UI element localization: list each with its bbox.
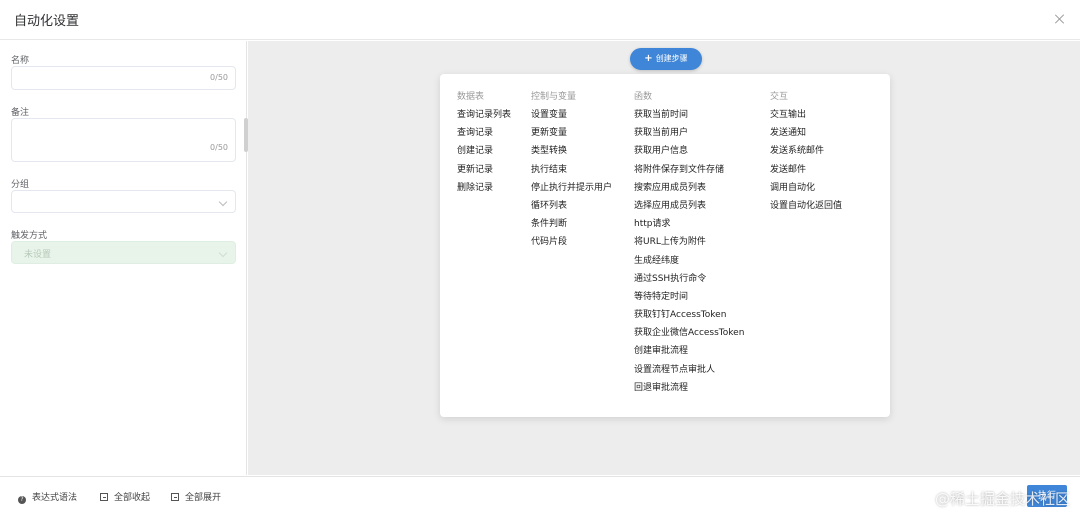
name-counter: 0/50: [210, 73, 228, 82]
menu-item[interactable]: 更新变量: [531, 126, 612, 144]
menu-item[interactable]: 将附件保存到文件存储: [634, 163, 744, 181]
menu-item[interactable]: 交互输出: [770, 108, 842, 126]
create-step-button[interactable]: + 创建步骤: [630, 48, 702, 70]
menu-item[interactable]: 设置变量: [531, 108, 612, 126]
note-label: 备注: [11, 108, 30, 118]
collapse-all-button[interactable]: 全部收起: [100, 490, 150, 503]
menu-item[interactable]: 发送邮件: [770, 163, 842, 181]
automation-settings-dialog: 自动化设置 名称 0/50 备注 0/50 分组 触发方式 未设置 + 创建步骤 …: [0, 0, 1080, 513]
column-title: 交互: [770, 92, 789, 102]
menu-column-datatable: 数据表 查询记录列表 查询记录 创建记录 更新记录 删除记录: [457, 90, 511, 199]
menu-item[interactable]: 生成经纬度: [634, 254, 744, 272]
close-icon[interactable]: [1052, 11, 1068, 27]
menu-item[interactable]: 回退审批流程: [634, 381, 744, 399]
menu-item[interactable]: 等待特定时间: [634, 290, 744, 308]
menu-item[interactable]: 获取当前用户: [634, 126, 744, 144]
menu-item[interactable]: 发送系统邮件: [770, 144, 842, 162]
menu-item[interactable]: 条件判断: [531, 217, 612, 235]
expand-all-label: 全部展开: [185, 493, 222, 503]
menu-item[interactable]: 循环列表: [531, 199, 612, 217]
menu-item[interactable]: 通过SSH执行命令: [634, 272, 744, 290]
expand-all-button[interactable]: 全部展开: [171, 490, 221, 503]
menu-item[interactable]: 创建审批流程: [634, 344, 744, 362]
step-type-menu: 数据表 查询记录列表 查询记录 创建记录 更新记录 删除记录 控制与变量 设置变…: [440, 74, 890, 417]
menu-item[interactable]: 查询记录: [457, 126, 511, 144]
column-title: 函数: [634, 92, 653, 102]
note-textarea[interactable]: 0/50: [11, 118, 236, 162]
menu-column-control: 控制与变量 设置变量 更新变量 类型转换 执行结束 停止执行并提示用户 循环列表…: [531, 90, 612, 254]
settings-panel: 名称 0/50 备注 0/50 分组 触发方式 未设置: [0, 41, 247, 475]
flow-canvas[interactable]: + 创建步骤 数据表 查询记录列表 查询记录 创建记录 更新记录 删除记录 控制与…: [248, 41, 1080, 475]
menu-item[interactable]: 停止执行并提示用户: [531, 181, 612, 199]
menu-item[interactable]: 创建记录: [457, 144, 511, 162]
create-step-label: 创建步骤: [655, 54, 688, 63]
trigger-select[interactable]: 未设置: [11, 241, 236, 264]
menu-item[interactable]: 删除记录: [457, 181, 511, 199]
chevron-down-icon: [218, 248, 228, 258]
dialog-title: 自动化设置: [14, 14, 80, 29]
menu-item[interactable]: 获取用户信息: [634, 144, 744, 162]
menu-item[interactable]: 发送通知: [770, 126, 842, 144]
menu-item[interactable]: 类型转换: [531, 144, 612, 162]
expand-icon: [171, 493, 179, 501]
menu-item[interactable]: 更新记录: [457, 163, 511, 181]
group-label: 分组: [11, 180, 30, 190]
name-label: 名称: [11, 56, 30, 66]
trigger-label: 触发方式: [11, 231, 48, 241]
expression-syntax-link[interactable]: ? 表达式语法: [18, 490, 77, 504]
column-title: 控制与变量: [531, 92, 577, 102]
menu-item[interactable]: 获取当前时间: [634, 108, 744, 126]
expression-syntax-label: 表达式语法: [32, 493, 78, 503]
group-select[interactable]: [11, 190, 236, 213]
menu-item[interactable]: 选择应用成员列表: [634, 199, 744, 217]
menu-item[interactable]: 获取钉钉AccessToken: [634, 308, 744, 326]
menu-item[interactable]: 代码片段: [531, 235, 612, 253]
column-title: 数据表: [457, 92, 485, 102]
menu-item[interactable]: http请求: [634, 217, 744, 235]
menu-item[interactable]: 查询记录列表: [457, 108, 511, 126]
menu-item[interactable]: 搜索应用成员列表: [634, 181, 744, 199]
menu-column-functions: 函数 获取当前时间 获取当前用户 获取用户信息 将附件保存到文件存储 搜索应用成…: [634, 90, 744, 399]
menu-item[interactable]: 将URL上传为附件: [634, 235, 744, 253]
watermark: @稀土掘金技术社区: [934, 490, 1070, 508]
menu-column-interaction: 交互 交互输出 发送通知 发送系统邮件 发送邮件 调用自动化 设置自动化返回值: [770, 90, 842, 217]
menu-item[interactable]: 执行结束: [531, 163, 612, 181]
plus-icon: +: [644, 53, 653, 64]
trigger-placeholder: 未设置: [24, 250, 52, 260]
name-input[interactable]: 0/50: [11, 66, 236, 90]
menu-item[interactable]: 设置流程节点审批人: [634, 363, 744, 381]
menu-item[interactable]: 调用自动化: [770, 181, 842, 199]
help-icon: ?: [18, 496, 26, 504]
chevron-down-icon: [218, 197, 228, 207]
collapse-all-label: 全部收起: [114, 493, 151, 503]
note-counter: 0/50: [210, 143, 228, 152]
dialog-header: 自动化设置: [0, 0, 1080, 40]
menu-item[interactable]: 设置自动化返回值: [770, 199, 842, 217]
menu-item[interactable]: 获取企业微信AccessToken: [634, 326, 744, 344]
collapse-icon: [100, 493, 108, 501]
dialog-footer: ? 表达式语法 全部收起 全部展开 执行 @稀土掘金技术社区: [0, 476, 1080, 513]
